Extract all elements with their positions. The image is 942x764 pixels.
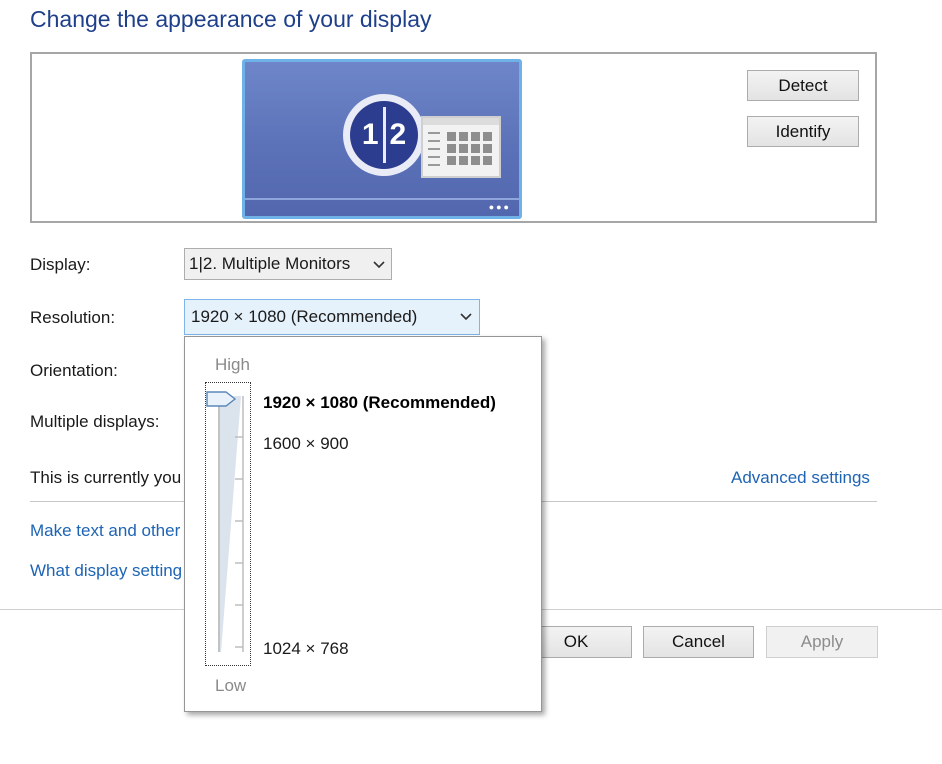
display-label: Display: [30, 255, 91, 274]
chevron-down-icon [460, 313, 472, 321]
display-select[interactable]: 1|2. Multiple Monitors [184, 248, 392, 280]
window-grid-icon [421, 116, 501, 178]
monitor-dots-icon: ●●● [488, 202, 511, 212]
monitor-number-2: 2 [389, 118, 407, 151]
slider-track-graphic [218, 392, 244, 652]
identify-button[interactable]: Identify [747, 116, 859, 147]
resolution-option[interactable]: 1024 × 768 [263, 639, 349, 659]
resolution-option[interactable]: 1920 × 1080 (Recommended) [263, 393, 496, 413]
display-select-value: 1|2. Multiple Monitors [189, 254, 351, 273]
monitor-number-1: 1 [361, 118, 379, 151]
resolution-slider[interactable] [205, 382, 251, 666]
current-display-text: This is currently you [30, 468, 182, 487]
chevron-down-icon [373, 261, 385, 269]
advanced-settings-link[interactable]: Advanced settings [731, 468, 870, 488]
page-title: Change the appearance of your display [30, 6, 432, 32]
resolution-dropdown-popup: High 1920 × 1080 (Recommended) 1600 × 90… [184, 336, 542, 712]
cancel-button[interactable]: Cancel [643, 626, 754, 658]
slider-thumb-icon[interactable] [206, 390, 238, 408]
low-label: Low [215, 676, 247, 695]
monitor-number-badge: 1 2 [343, 94, 425, 176]
resolution-select-value: 1920 × 1080 (Recommended) [191, 307, 418, 326]
detect-button[interactable]: Detect [747, 70, 859, 101]
resolution-select[interactable]: 1920 × 1080 (Recommended) [184, 299, 480, 335]
make-text-larger-link[interactable]: Make text and other [30, 521, 180, 541]
resolution-option[interactable]: 1600 × 900 [263, 434, 349, 454]
multiple-displays-label: Multiple displays: [30, 412, 160, 431]
resolution-label: Resolution: [30, 308, 116, 327]
badge-divider [382, 107, 386, 163]
monitor-icon[interactable]: 1 2 ●●● [242, 59, 522, 219]
high-label: High [215, 355, 250, 374]
orientation-label: Orientation: [30, 361, 118, 380]
display-settings-help-link[interactable]: What display setting [30, 561, 182, 581]
apply-button: Apply [766, 626, 878, 658]
